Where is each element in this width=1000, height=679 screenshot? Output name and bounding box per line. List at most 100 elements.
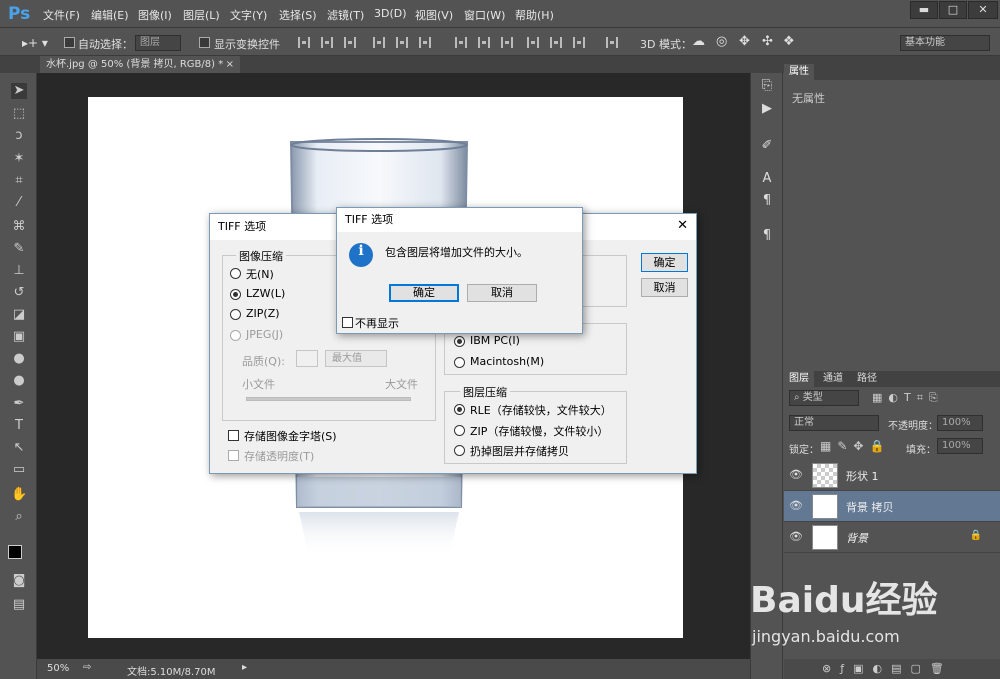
menu-select[interactable]: 选择(S) bbox=[279, 7, 317, 23]
auto-select-dropdown[interactable]: 图层 bbox=[135, 35, 181, 51]
marquee-tool-icon[interactable]: ⬚ bbox=[11, 106, 27, 122]
3d-scale-icon[interactable]: ❖ bbox=[783, 34, 795, 49]
layer-row-shape[interactable]: 👁 形状 1 bbox=[784, 460, 1000, 491]
layer-row-background-copy[interactable]: 👁 背景 拷贝 bbox=[784, 491, 1000, 522]
share-icon[interactable]: ⇨ bbox=[83, 662, 91, 673]
document-tab[interactable]: 水杯.jpg @ 50% (背景 拷贝, RGB/8) * × bbox=[40, 56, 240, 73]
status-menu-arrow-icon[interactable]: ▸ bbox=[242, 662, 247, 673]
dont-show-again-checkbox[interactable] bbox=[342, 317, 353, 328]
eyedropper-tool-icon[interactable]: ⁄ bbox=[11, 195, 27, 211]
menu-help[interactable]: 帮助(H) bbox=[515, 7, 554, 23]
menu-type[interactable]: 文字(Y) bbox=[230, 7, 267, 23]
save-transparency-checkbox[interactable] bbox=[228, 450, 239, 461]
cancel-button[interactable]: 取消 bbox=[641, 278, 688, 297]
3d-roll-icon[interactable]: ◎ bbox=[716, 34, 727, 49]
layer-filter-icons[interactable]: ▦◐T⌗⎘ bbox=[872, 391, 944, 405]
ok-button[interactable]: 确定 bbox=[641, 253, 688, 272]
minimize-button[interactable]: ▬ bbox=[910, 1, 938, 19]
quality-dropdown[interactable]: 最大值 bbox=[325, 350, 387, 367]
move-tool-preset-icon[interactable]: ▸+ ▾ bbox=[22, 36, 48, 50]
layer-row-background[interactable]: 👁 背景 🔒 bbox=[784, 522, 1000, 553]
save-pyramid-checkbox[interactable] bbox=[228, 430, 239, 441]
restore-button[interactable]: □ bbox=[939, 1, 967, 19]
type-tool-icon[interactable]: T bbox=[11, 418, 27, 434]
pen-tool-icon[interactable]: ✒ bbox=[11, 396, 27, 412]
move-tool-icon[interactable]: ➤ bbox=[11, 83, 27, 99]
lasso-tool-icon[interactable]: ↄ bbox=[11, 128, 27, 144]
compression-jpeg-radio[interactable] bbox=[230, 330, 241, 341]
foreground-color-swatch[interactable] bbox=[8, 545, 22, 559]
compression-none-radio[interactable] bbox=[230, 268, 241, 279]
visibility-eye-icon[interactable]: 👁 bbox=[789, 468, 803, 481]
layer-kind-filter[interactable]: ⌕ 类型 bbox=[789, 390, 859, 406]
compression-lzw-radio[interactable] bbox=[230, 289, 241, 300]
actions-panel-icon[interactable]: ▶ bbox=[759, 101, 775, 117]
zoom-tool-icon[interactable]: ⌕ bbox=[11, 509, 27, 525]
path-selection-icon[interactable]: ↖ bbox=[11, 440, 27, 456]
distribute-vcenter-icon[interactable] bbox=[478, 37, 490, 48]
visibility-eye-icon[interactable]: 👁 bbox=[789, 499, 803, 512]
brush-presets-icon[interactable]: ✐ bbox=[759, 138, 775, 154]
screen-mode-icon[interactable]: ▤ bbox=[11, 597, 27, 613]
menu-view[interactable]: 视图(V) bbox=[415, 7, 453, 23]
paragraph-styles-icon[interactable]: ¶ bbox=[759, 228, 775, 244]
auto-select-checkbox[interactable] bbox=[64, 37, 75, 48]
distribute-right-icon[interactable] bbox=[573, 37, 585, 48]
fill-input[interactable]: 100% bbox=[937, 438, 983, 454]
distribute-bottom-icon[interactable] bbox=[501, 37, 513, 48]
zoom-level[interactable]: 50% bbox=[47, 663, 69, 674]
brush-tool-icon[interactable]: ✎ bbox=[11, 241, 27, 257]
show-transform-checkbox[interactable] bbox=[199, 37, 210, 48]
magic-wand-icon[interactable]: ✶ bbox=[11, 151, 27, 167]
rectangle-tool-icon[interactable]: ▭ bbox=[11, 462, 27, 478]
menu-edit[interactable]: 编辑(E) bbox=[91, 7, 129, 23]
eraser-tool-icon[interactable]: ◪ bbox=[11, 307, 27, 323]
align-vcenter-icon[interactable] bbox=[321, 37, 333, 48]
3d-slide-icon[interactable]: ✣ bbox=[762, 34, 773, 49]
paragraph-panel-icon[interactable]: ¶ bbox=[759, 193, 775, 209]
quality-slider[interactable] bbox=[246, 397, 411, 401]
dialog-close-icon[interactable]: ✕ bbox=[677, 218, 688, 233]
distribute-top-icon[interactable] bbox=[455, 37, 467, 48]
opacity-input[interactable]: 100% bbox=[937, 415, 983, 431]
distribute-left-icon[interactable] bbox=[527, 37, 539, 48]
compression-zip-radio[interactable] bbox=[230, 309, 241, 320]
visibility-eye-icon[interactable]: 👁 bbox=[789, 530, 803, 543]
align-bottom-icon[interactable] bbox=[344, 37, 356, 48]
align-right-icon[interactable] bbox=[419, 37, 431, 48]
align-top-icon[interactable] bbox=[298, 37, 310, 48]
tab-paths[interactable]: 路径 bbox=[852, 371, 882, 387]
history-brush-icon[interactable]: ↺ bbox=[11, 285, 27, 301]
workspace-dropdown[interactable]: 基本功能 bbox=[900, 35, 990, 51]
crop-tool-icon[interactable]: ⌗ bbox=[11, 173, 27, 189]
menu-file[interactable]: 文件(F) bbox=[43, 7, 80, 23]
layer-action-icons[interactable]: ⊗ƒ▣◐▤▢🗑 bbox=[822, 662, 953, 675]
blend-mode-dropdown[interactable]: 正常 bbox=[789, 415, 879, 431]
tab-properties[interactable]: 属性 bbox=[784, 64, 814, 80]
byte-order-ibm-radio[interactable] bbox=[454, 336, 465, 347]
3d-pan-icon[interactable]: ✥ bbox=[739, 34, 750, 49]
healing-brush-icon[interactable]: ⌘ bbox=[11, 219, 27, 235]
menu-layer[interactable]: 图层(L) bbox=[183, 7, 220, 23]
align-left-icon[interactable] bbox=[373, 37, 385, 48]
3d-rotate-icon[interactable]: ☁ bbox=[692, 34, 705, 49]
quick-mask-icon[interactable]: ◙ bbox=[11, 573, 27, 589]
layer-discard-radio[interactable] bbox=[454, 445, 465, 456]
character-panel-icon[interactable]: A bbox=[759, 171, 775, 187]
tab-channels[interactable]: 通道 bbox=[818, 371, 848, 387]
layer-rle-radio[interactable] bbox=[454, 404, 465, 415]
close-window-button[interactable]: ✕ bbox=[968, 1, 998, 19]
byte-order-mac-radio[interactable] bbox=[454, 357, 465, 368]
blur-tool-icon[interactable]: ● bbox=[11, 351, 27, 367]
dodge-tool-icon[interactable]: ● bbox=[11, 373, 27, 389]
menu-window[interactable]: 窗口(W) bbox=[464, 7, 505, 23]
history-panel-icon[interactable]: ⎘ bbox=[759, 78, 775, 94]
align-hcenter-icon[interactable] bbox=[396, 37, 408, 48]
auto-align-icon[interactable] bbox=[606, 37, 618, 48]
close-tab-icon[interactable]: × bbox=[226, 56, 234, 73]
tab-layers[interactable]: 图层 bbox=[784, 371, 814, 387]
layer-zip-radio[interactable] bbox=[454, 425, 465, 436]
lock-icons[interactable]: ▦✎✥🔒 bbox=[820, 439, 890, 453]
menu-filter[interactable]: 滤镜(T) bbox=[327, 7, 364, 23]
gradient-tool-icon[interactable]: ▣ bbox=[11, 329, 27, 345]
